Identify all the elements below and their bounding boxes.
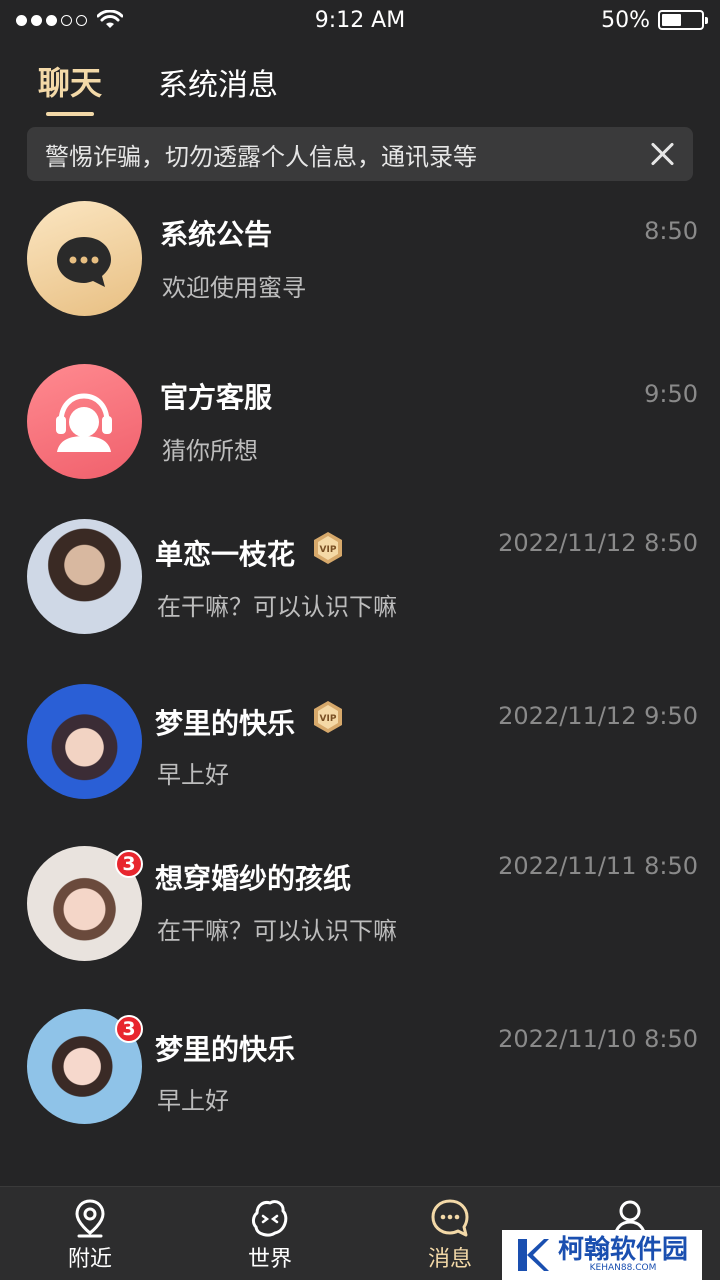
top-tabs: 聊天 系统消息 [38,58,278,116]
chat-name: 梦里的快乐 [155,1033,296,1066]
signal-dot [76,14,87,26]
chat-time: 8:50 [644,217,698,245]
vip-badge-icon: VIP [314,701,342,733]
battery-percent: 50% [601,7,650,33]
chat-time: 2022/11/10 8:50 [498,1025,698,1053]
chat-item-system-announcement[interactable]: 系统公告 欢迎使用蜜寻 8:50 [0,195,720,325]
signal-dot [61,14,72,26]
chat-bubble-icon [57,237,111,287]
chat-preview: 猜你所想 [162,437,258,465]
tabbar-item-world[interactable]: 世界 [180,1187,360,1280]
chat-name: 单恋一枝花 [155,538,296,571]
watermark-logo: 柯翰软件园 KEHAN88.COM [502,1230,702,1280]
battery-fill [662,14,681,26]
watermark-k-icon [518,1239,549,1271]
chat-item-customer-service[interactable]: 官方客服 猜你所想 9:50 [0,358,720,488]
system-announcement-avatar [27,201,142,316]
fraud-warning-text: 警惕诈骗，切勿透露个人信息，通讯录等 [45,142,477,171]
chat-time: 9:50 [644,380,698,408]
chat-name: 官方客服 [160,381,273,414]
tab-chat[interactable]: 聊天 [38,58,102,116]
watermark-text: 柯翰软件园 [558,1235,689,1265]
chat-preview: 欢迎使用蜜寻 [162,274,306,302]
user-avatar [27,684,142,799]
tab-system-messages[interactable]: 系统消息 [158,60,278,116]
world-face-icon [252,1200,288,1237]
chat-name: 梦里的快乐 [155,707,296,740]
chat-preview: 早上好 [157,761,229,789]
unread-badge: 3 [115,1015,143,1043]
signal-indicator [16,10,123,30]
vip-label: VIP [320,545,337,555]
signal-dot [16,14,27,26]
battery-icon [658,10,708,30]
vip-badge-icon: VIP [314,532,342,564]
chat-time: 2022/11/11 8:50 [498,852,698,880]
signal-dot [46,14,57,26]
wifi-icon [97,10,123,28]
user-avatar [27,519,142,634]
chat-name: 想穿婚纱的孩纸 [155,862,352,895]
chat-preview: 在干嘛？可以认识下嘛 [157,593,397,621]
tabbar-label: 世界 [247,1247,292,1272]
fraud-warning-banner: 警惕诈骗，切勿透露个人信息，通讯录等 [27,127,693,181]
vip-label: VIP [320,714,337,724]
chat-preview: 早上好 [157,1087,229,1115]
tabbar-label: 消息 [427,1247,472,1272]
customer-service-avatar [27,364,142,479]
chat-item[interactable]: 3 梦里的快乐 早上好 2022/11/10 8:50 [0,1003,720,1133]
chat-item[interactable]: 3 想穿婚纱的孩纸 在干嘛？可以认识下嘛 2022/11/11 8:50 [0,840,720,970]
signal-dot [31,14,42,26]
status-bar: 9:12 AM 50% [0,0,720,40]
close-icon[interactable] [649,141,675,167]
chat-item[interactable]: 梦里的快乐 VIP 早上好 2022/11/12 9:50 [0,678,720,808]
chat-item[interactable]: 单恋一枝花 VIP 在干嘛？可以认识下嘛 2022/11/12 8:50 [0,513,720,643]
chat-name: 系统公告 [160,218,273,251]
message-icon [431,1199,469,1237]
chat-time: 2022/11/12 8:50 [498,529,698,557]
unread-badge: 3 [115,850,143,878]
chat-time: 2022/11/12 9:50 [498,702,698,730]
location-icon [75,1199,105,1238]
headset-person-icon [56,393,112,452]
tabbar-label: 附近 [67,1247,112,1272]
chat-preview: 在干嘛？可以认识下嘛 [157,917,397,945]
tabbar-item-nearby[interactable]: 附近 [0,1187,180,1280]
